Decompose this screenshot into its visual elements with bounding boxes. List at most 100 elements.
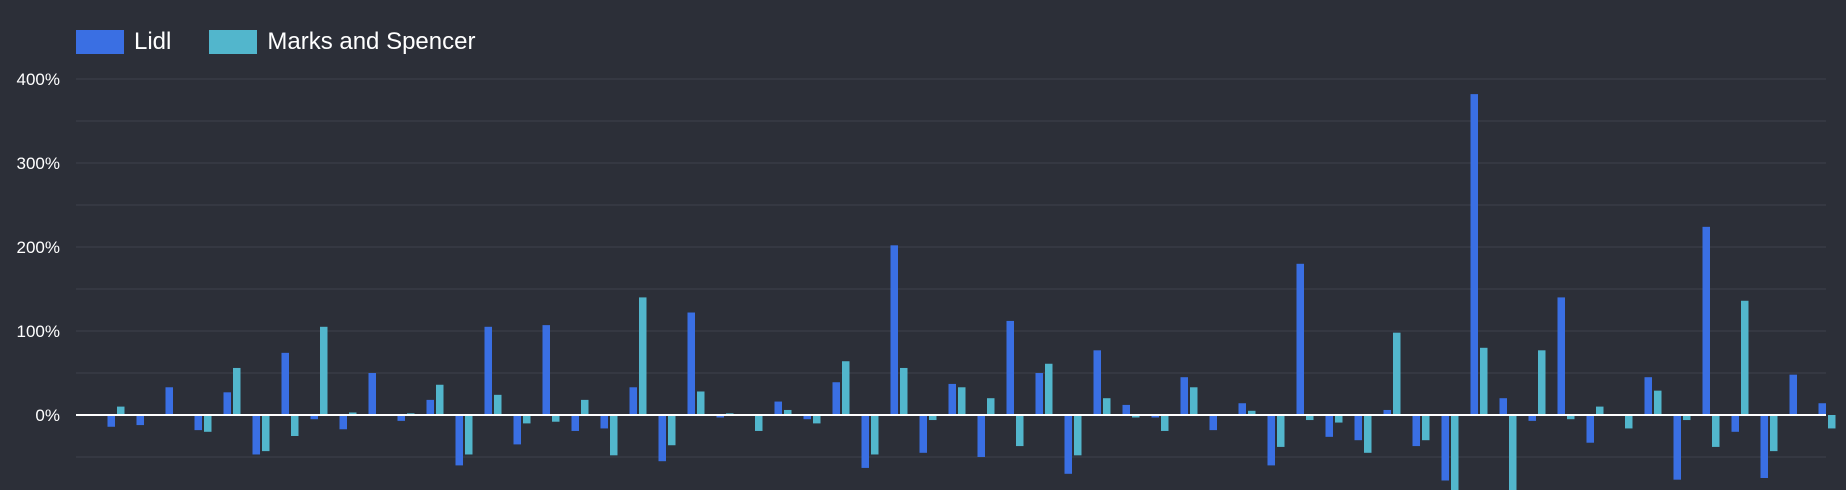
bar-lidl-11[interactable] [426,399,435,415]
bar-lidl-25[interactable] [832,382,841,415]
bar-lidl-50[interactable] [1557,297,1566,415]
bar-lidl-16[interactable] [571,415,580,431]
bar-marks-and-spencer-16[interactable] [581,399,589,415]
bar-lidl-48[interactable] [1499,398,1508,415]
bar-marks-and-spencer-22[interactable] [755,415,763,431]
bar-lidl-18[interactable] [629,387,638,415]
bar-marks-and-spencer-45[interactable] [1422,415,1430,441]
bar-marks-and-spencer-13[interactable] [494,394,502,415]
bar-marks-and-spencer-26[interactable] [871,415,879,455]
bar-marks-and-spencer-55[interactable] [1712,415,1720,447]
bar-lidl-3[interactable] [194,415,203,431]
bar-marks-and-spencer-29[interactable] [958,387,966,415]
bar-lidl-28[interactable] [919,415,928,453]
bar-lidl-42[interactable] [1325,415,1334,437]
bar-marks-and-spencer-31[interactable] [1016,415,1024,447]
bar-marks-and-spencer-12[interactable] [465,415,473,455]
bar-marks-and-spencer-33[interactable] [1074,415,1082,456]
bar-marks-and-spencer-46[interactable] [1451,415,1459,490]
bar-marks-and-spencer-4[interactable] [233,367,241,415]
bar-marks-and-spencer-52[interactable] [1625,415,1633,429]
bar-marks-and-spencer-32[interactable] [1045,363,1053,415]
bar-lidl-43[interactable] [1354,415,1363,441]
bar-marks-and-spencer-51[interactable] [1596,406,1604,415]
bar-lidl-8[interactable] [339,415,348,430]
bar-marks-and-spencer-57[interactable] [1770,415,1778,452]
bar-marks-and-spencer-47[interactable] [1480,347,1488,415]
bar-marks-and-spencer-40[interactable] [1277,415,1285,447]
bar-lidl-17[interactable] [600,415,609,429]
bar-lidl-31[interactable] [1006,320,1015,415]
bar-lidl-0[interactable] [107,415,116,427]
bar-lidl-45[interactable] [1412,415,1421,447]
bar-marks-and-spencer-19[interactable] [668,415,676,446]
bar-marks-and-spencer-56[interactable] [1741,300,1749,415]
bar-lidl-39[interactable] [1238,403,1247,415]
bar-lidl-35[interactable] [1122,404,1131,415]
bar-lidl-27[interactable] [890,245,899,415]
bar-lidl-53[interactable] [1644,377,1653,415]
bar-lidl-38[interactable] [1209,415,1218,431]
bar-lidl-5[interactable] [252,415,261,455]
bar-lidl-1[interactable] [136,415,145,426]
bar-marks-and-spencer-18[interactable] [639,297,647,415]
bar-lidl-58[interactable] [1789,374,1798,415]
bar-lidl-23[interactable] [774,401,783,415]
bar-lidl-6[interactable] [281,352,290,415]
bar-marks-and-spencer-25[interactable] [842,361,850,415]
bar-marks-and-spencer-48[interactable] [1509,415,1517,490]
bar-marks-and-spencer-5[interactable] [262,415,270,452]
bar-lidl-14[interactable] [513,415,522,445]
y-tick-label-200: 200% [17,238,60,257]
bar-lidl-32[interactable] [1035,373,1044,415]
bar-lidl-54[interactable] [1673,415,1682,480]
bar-lidl-57[interactable] [1760,415,1769,478]
bar-lidl-51[interactable] [1586,415,1595,443]
bar-lidl-34[interactable] [1093,350,1102,415]
bar-marks-and-spencer-7[interactable] [320,326,328,415]
bar-marks-and-spencer-49[interactable] [1538,350,1546,415]
bar-marks-and-spencer-3[interactable] [204,415,212,432]
chart-container: Lidl Marks and Spencer 400% 300% 200% 10… [0,0,1846,490]
bar-lidl-40[interactable] [1267,415,1276,466]
bar-lidl-30[interactable] [977,415,986,457]
bar-marks-and-spencer-15[interactable] [552,415,560,422]
bar-lidl-56[interactable] [1731,415,1740,432]
bar-lidl-15[interactable] [542,325,551,415]
bar-marks-and-spencer-44[interactable] [1393,332,1401,415]
bar-lidl-13[interactable] [484,326,493,415]
bar-lidl-29[interactable] [948,383,957,415]
bar-marks-and-spencer-36[interactable] [1161,415,1169,431]
bar-lidl-20[interactable] [687,312,696,415]
y-tick-label-0: 0% [35,406,60,425]
bar-lidl-33[interactable] [1064,415,1073,474]
bar-marks-and-spencer-42[interactable] [1335,415,1343,423]
bar-marks-and-spencer-43[interactable] [1364,415,1372,453]
bar-marks-and-spencer-14[interactable] [523,415,531,424]
bar-marks-and-spencer-11[interactable] [436,384,444,415]
bar-marks-and-spencer-6[interactable] [291,415,299,436]
bar-lidl-37[interactable] [1180,377,1189,415]
bar-lidl-9[interactable] [368,373,377,415]
bar-marks-and-spencer-27[interactable] [900,367,908,415]
bar-marks-and-spencer-34[interactable] [1103,398,1111,415]
bar-marks-and-spencer-30[interactable] [987,398,995,415]
bar-lidl-26[interactable] [861,415,870,468]
bar-lidl-2[interactable] [165,387,174,415]
bar-marks-and-spencer-24[interactable] [813,415,821,424]
bar-lidl-59[interactable] [1818,403,1827,415]
bar-lidl-4[interactable] [223,392,232,415]
bar-lidl-55[interactable] [1702,226,1711,415]
bar-lidl-47[interactable] [1470,94,1479,416]
bar-marks-and-spencer-0[interactable] [117,406,125,415]
bar-marks-and-spencer-17[interactable] [610,415,618,456]
bar-marks-and-spencer-59[interactable] [1828,415,1836,429]
bar-lidl-12[interactable] [455,415,464,466]
y-tick-label-400: 400% [17,70,60,89]
bar-marks-and-spencer-20[interactable] [697,391,705,415]
bar-lidl-41[interactable] [1296,263,1305,415]
bar-marks-and-spencer-53[interactable] [1654,390,1662,415]
bar-lidl-19[interactable] [658,415,667,462]
bar-marks-and-spencer-37[interactable] [1190,387,1198,415]
bar-lidl-46[interactable] [1441,415,1450,481]
